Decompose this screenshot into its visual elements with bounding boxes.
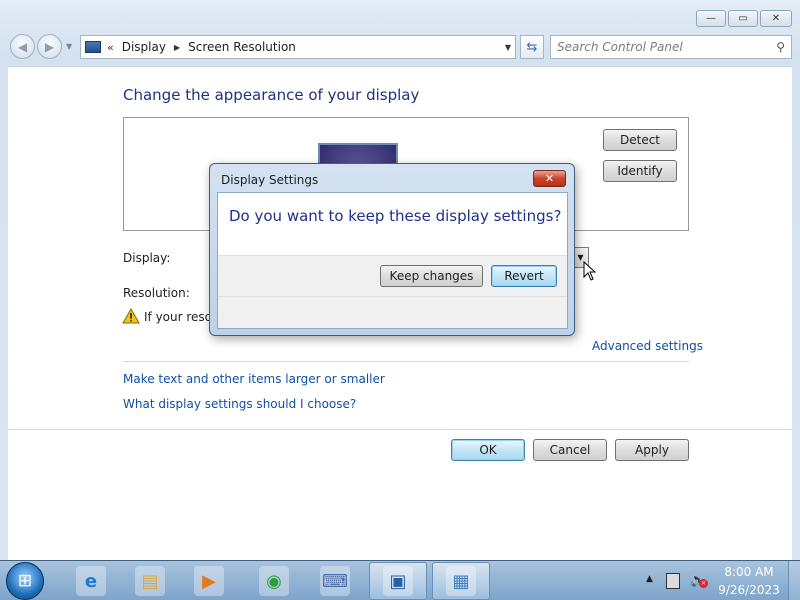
display-help-link[interactable]: What display settings should I choose? <box>123 397 356 411</box>
maximize-button[interactable]: ▭ <box>728 10 758 27</box>
display-settings-dialog: Display Settings ✕ Do you want to keep t… <box>209 163 575 336</box>
dialog-close-button[interactable]: ✕ <box>533 170 566 187</box>
close-window-button[interactable]: ✕ <box>760 10 792 27</box>
control-panel-address-icon <box>85 41 101 53</box>
display-window-icon: ▣ <box>383 566 413 596</box>
dialog-message: Do you want to keep these display settin… <box>229 207 562 225</box>
breadcrumb-display[interactable]: Display <box>122 40 166 54</box>
control-panel-icon: ▦ <box>446 566 476 596</box>
show-desktop-button[interactable] <box>788 561 800 600</box>
dialog-body: Do you want to keep these display settin… <box>217 192 568 329</box>
muted-badge-icon: × <box>699 579 708 588</box>
minimize-button[interactable]: — <box>696 10 726 27</box>
search-box[interactable]: Search Control Panel ⚲ <box>550 35 792 59</box>
internet-explorer-icon: e <box>76 566 106 596</box>
taskbar-item[interactable]: ▣ <box>369 562 427 600</box>
file-explorer-icon: ▤ <box>135 566 165 596</box>
chrome-icon: ◉ <box>259 566 289 596</box>
taskbar-item[interactable]: ▦ <box>432 562 490 600</box>
page-title: Change the appearance of your display <box>123 86 420 104</box>
breadcrumb-separator-icon[interactable]: ▶ <box>174 43 180 52</box>
divider <box>123 361 689 362</box>
taskbar-item[interactable]: ▶ <box>180 562 238 600</box>
navigation-bar: ◀ ▶ ▼ « Display ▶ Screen Resolution ▼ ⇆ … <box>8 33 792 59</box>
dialog-button-area: Keep changes Revert <box>218 255 567 297</box>
forward-button[interactable]: ▶ <box>37 34 62 59</box>
start-button[interactable]: ⊞ <box>6 562 44 600</box>
network-icon[interactable] <box>666 573 680 589</box>
identify-button[interactable]: Identify <box>603 160 677 182</box>
show-hidden-icons-icon[interactable]: ▲ <box>646 574 653 584</box>
taskbar-item[interactable]: ▤ <box>121 562 179 600</box>
footer-divider <box>8 429 792 430</box>
taskbar-item[interactable]: ◉ <box>245 562 303 600</box>
keyboard-icon: ⌨ <box>320 566 350 596</box>
taskbar: ⊞ e ▤ ▶ ◉ ⌨ ▣ ▦ ▲ 🔈 × 8:00 AM 9/26/2023 <box>0 560 800 600</box>
breadcrumb-screen-resolution[interactable]: Screen Resolution <box>188 40 296 54</box>
address-dropdown-icon[interactable]: ▼ <box>505 43 511 52</box>
mouse-cursor-icon <box>583 261 597 281</box>
taskbar-item[interactable]: e <box>62 562 120 600</box>
refresh-button[interactable]: ⇆ <box>520 35 544 59</box>
caption-buttons: — ▭ ✕ <box>696 10 792 27</box>
breadcrumb-overflow-icon[interactable]: « <box>107 41 114 54</box>
cancel-button[interactable]: Cancel <box>533 439 607 461</box>
warning-icon <box>122 308 140 324</box>
dialog-title: Display Settings <box>221 173 319 187</box>
detect-button[interactable]: Detect <box>603 129 677 151</box>
apply-button[interactable]: Apply <box>615 439 689 461</box>
keep-changes-button[interactable]: Keep changes <box>380 265 483 287</box>
clock-time[interactable]: 8:00 AM <box>716 565 782 579</box>
ok-button[interactable]: OK <box>451 439 525 461</box>
display-label: Display: <box>123 251 171 265</box>
revert-button[interactable]: Revert <box>491 265 557 287</box>
media-player-icon: ▶ <box>194 566 224 596</box>
search-input[interactable]: Search Control Panel <box>557 40 683 54</box>
taskbar-item[interactable]: ⌨ <box>306 562 364 600</box>
dialog-message-area: Do you want to keep these display settin… <box>218 193 567 255</box>
advanced-settings-link[interactable]: Advanced settings <box>592 339 703 353</box>
resolution-label: Resolution: <box>123 286 190 300</box>
back-button[interactable]: ◀ <box>10 34 35 59</box>
clock-date[interactable]: 9/26/2023 <box>716 583 782 597</box>
address-bar[interactable]: « Display ▶ Screen Resolution ▼ <box>80 35 516 59</box>
search-icon[interactable]: ⚲ <box>776 40 785 54</box>
text-size-link[interactable]: Make text and other items larger or smal… <box>123 372 385 386</box>
recent-pages-dropdown[interactable]: ▼ <box>66 42 72 51</box>
